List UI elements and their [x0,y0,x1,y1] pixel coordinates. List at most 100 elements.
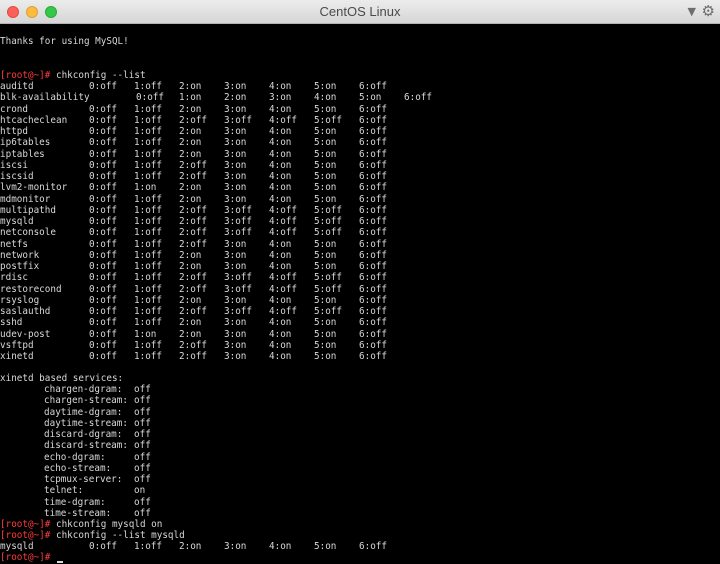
xinetd-service-row: echo-dgram: off [0,452,300,463]
runlevel-6-state: 6:off [359,261,387,272]
runlevel-0-state: 0:off [89,272,117,284]
runlevel-2-state: 2:off [179,306,207,317]
runlevel-0-state: 0:off [89,182,117,194]
service-row: xinetd 0:off 1:off 2:off 3:on 4:on 5:on 6:off [0,351,720,362]
runlevel-1-state: 1:off [134,114,162,126]
runlevel-4-state: 4:on [269,148,292,160]
runlevel-3-state: 3:on [224,261,247,272]
xinetd-service-name: time-stream: [44,507,112,519]
runlevel-0-state: 0:off [89,114,117,126]
shell-prompt: [root@~]# [0,530,51,541]
runlevel-5-state: 5:on [359,92,382,104]
runlevel-6-state: 6:off [359,328,387,340]
runlevel-2-state: 2:off [179,272,207,284]
runlevel-4-state: 4:on [269,249,292,261]
service-row: ip6tables 0:off 1:off 2:on 3:on 4:on 5:on 6:off [0,137,720,148]
runlevel-6-state: 6:off [359,541,387,552]
runlevel-4-state: 4:on [269,159,292,171]
runlevel-0-state: 0:off [89,351,117,362]
runlevel-5-state: 5:off [314,283,342,295]
service-name: postfix [0,261,40,272]
runlevel-1-state: 1:off [134,216,162,227]
service-row: vsftpd 0:off 1:off 2:off 3:on 4:on 5:on 6:off [0,340,720,351]
service-row: rsyslog 0:off 1:off 2:on 3:on 4:on 5:on 6:off [0,295,720,306]
xinetd-service-row: discard-dgram: off [0,429,300,440]
runlevel-0-state: 0:off [89,103,117,115]
command-line-list-mysqld: [root@~]# chkconfig --list mysqld [0,530,185,541]
service-name: iscsi [0,159,28,171]
gear-icon[interactable]: ⚙ [702,2,715,20]
runlevel-5-state: 5:on [314,328,337,340]
runlevel-5-state: 5:on [314,182,337,194]
runlevel-4-state: 4:on [269,541,292,552]
xinetd-service-row: chargen-stream: off [0,395,300,406]
runlevel-4-state: 4:off [269,227,297,239]
service-name: auditd [0,81,34,92]
chevron-down-icon[interactable]: ▼ [688,5,696,18]
service-name: vsftpd [0,339,34,351]
runlevel-5-state: 5:on [314,137,337,149]
service-name: httpd [0,126,28,137]
runlevel-2-state: 2:on [179,249,202,261]
service-name: multipathd [0,204,56,216]
terminal-output[interactable]: Thanks for using MySQL! [root@~]# chkcon… [0,24,720,564]
runlevel-6-state: 6:off [359,103,387,115]
runlevel-1-state: 1:off [134,306,162,317]
runlevel-3-state: 3:on [224,249,247,261]
runlevel-3-state: 3:on [224,137,247,149]
runlevel-1-state: 1:off [134,249,162,261]
service-name: xinetd [0,351,34,362]
runlevel-4-state: 4:on [269,339,292,351]
service-name: network [0,249,40,261]
shell-prompt: [root@~]# [0,519,51,530]
runlevel-3-state: 3:off [224,204,252,216]
runlevel-3-state: 3:on [224,351,247,362]
xinetd-service-name: daytime-dgram: [44,406,123,418]
service-name: htcacheclean [0,114,68,126]
runlevel-0-state: 0:off [89,306,117,317]
runlevel-3-state: 3:on [224,182,247,194]
runlevel-0-state: 0:off [89,317,117,329]
runlevel-3-state: 3:on [269,92,292,104]
runlevel-2-state: 2:off [179,114,207,126]
xinetd-service-row: daytime-stream: off [0,418,300,429]
runlevel-3-state: 3:on [224,541,247,552]
xinetd-service-row: time-stream: off [0,508,300,519]
runlevel-2-state: 2:off [179,339,207,351]
command-line-list: [root@~]# chkconfig --list [0,70,146,81]
thanks-line: Thanks for using MySQL! [0,36,129,47]
command-line-mysqld-on: [root@~]# chkconfig mysqld on [0,519,162,530]
runlevel-3-state: 3:on [224,238,247,250]
service-row: httpd 0:off 1:off 2:on 3:on 4:on 5:on 6:off [0,126,720,137]
runlevel-6-state: 6:off [359,249,387,261]
runlevel-3-state: 3:off [224,216,252,227]
xinetd-header: xinetd based services: [0,373,124,384]
runlevel-5-state: 5:off [314,216,342,227]
runlevel-2-state: 2:on [179,148,202,160]
runlevel-0-state: 0:off [89,159,117,171]
runlevel-1-state: 1:off [134,238,162,250]
service-name: rdisc [0,272,28,284]
command-line-current[interactable]: [root@~]# [0,552,63,563]
xinetd-service-state: off [134,417,151,429]
terminal-window: CentOS Linux ▼ ⚙ Thanks for using MySQL!… [0,0,720,564]
xinetd-service-row: telnet: on [0,485,300,496]
xinetd-service-row: daytime-dgram: off [0,407,300,418]
runlevel-3-state: 3:on [224,339,247,351]
service-name: mdmonitor [0,193,51,205]
runlevel-5-state: 5:on [314,351,337,362]
runlevel-2-state: 2:off [179,159,207,171]
runlevel-6-state: 6:off [359,182,387,194]
service-row: mdmonitor 0:off 1:off 2:on 3:on 4:on 5:on 6:off [0,194,720,205]
runlevel-0-state: 0:off [89,81,117,92]
service-name: lvm2-monitor [0,182,68,194]
xinetd-service-name: tcpmux-server: [44,474,123,485]
runlevel-2-state: 2:on [179,182,202,194]
runlevel-0-state: 0:off [89,249,117,261]
service-row: mysqld 0:off 1:off 2:off 3:off 4:off 5:off 6:of… [0,216,720,227]
window-title: CentOS Linux [319,4,401,19]
runlevel-6-state: 6:off [359,351,387,362]
runlevel-4-state: 4:on [269,193,292,205]
runlevel-5-state: 5:on [314,81,337,92]
runlevel-0-state: 0:off [89,193,117,205]
